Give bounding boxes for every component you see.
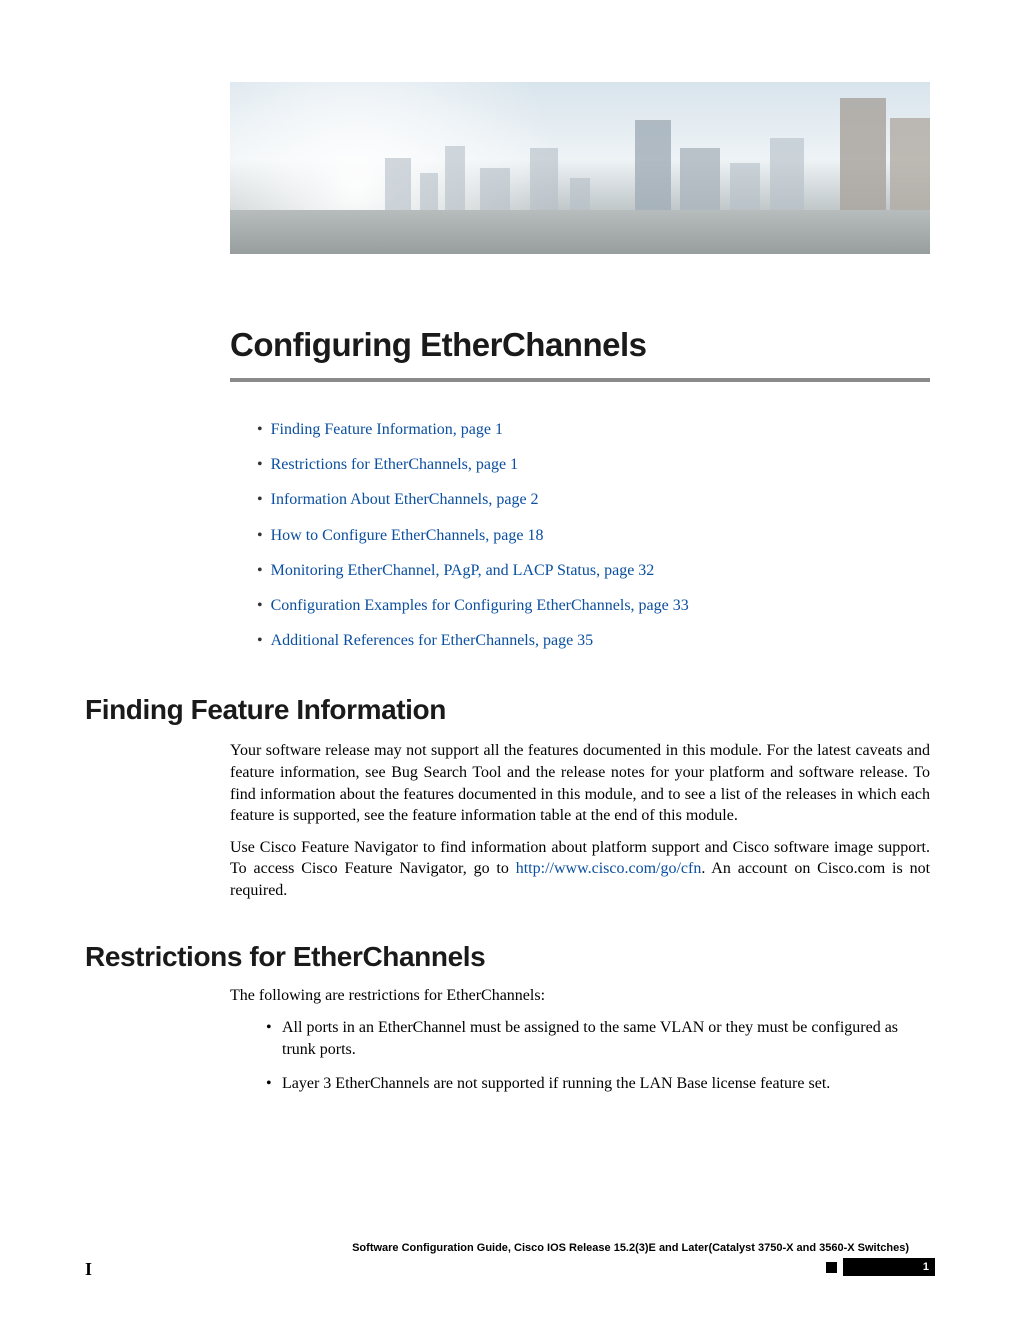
ffi-paragraph-2: Use Cisco Feature Navigator to find info… — [230, 837, 930, 902]
toc-link[interactable]: Information About EtherChannels, page 2 — [271, 491, 539, 508]
page-footer: Software Configuration Guide, Cisco IOS … — [85, 1242, 935, 1276]
toc-item: •Restrictions for EtherChannels, page 1 — [257, 451, 935, 478]
toc-item: •How to Configure EtherChannels, page 18 — [257, 522, 935, 549]
cfn-link[interactable]: http://www.cisco.com/go/cfn — [516, 860, 702, 877]
toc-item: •Additional References for EtherChannels… — [257, 627, 935, 654]
section-heading-ffi: Finding Feature Information — [85, 694, 935, 726]
ffi-paragraph-1: Your software release may not support al… — [230, 740, 930, 826]
restriction-item: Layer 3 EtherChannels are not supported … — [270, 1073, 930, 1095]
toc-item: •Configuration Examples for Configuring … — [257, 592, 935, 619]
footer-page-number: 1 — [843, 1258, 935, 1276]
footer-guide-title: Software Configuration Guide, Cisco IOS … — [85, 1242, 935, 1254]
restrictions-list: All ports in an EtherChannel must be ass… — [270, 1017, 930, 1094]
footer-square-icon — [826, 1262, 837, 1273]
toc-link[interactable]: Configuration Examples for Configuring E… — [271, 597, 689, 614]
toc-link[interactable]: Monitoring EtherChannel, PAgP, and LACP … — [271, 562, 655, 579]
table-of-contents: •Finding Feature Information, page 1 •Re… — [257, 416, 935, 654]
restrictions-intro: The following are restrictions for Ether… — [230, 987, 930, 1005]
toc-link[interactable]: How to Configure EtherChannels, page 18 — [271, 527, 544, 544]
toc-link[interactable]: Finding Feature Information, page 1 — [271, 421, 503, 438]
toc-item: •Finding Feature Information, page 1 — [257, 416, 935, 443]
restriction-item: All ports in an EtherChannel must be ass… — [270, 1017, 930, 1060]
ffi-body: Your software release may not support al… — [230, 740, 930, 901]
toc-item: •Monitoring EtherChannel, PAgP, and LACP… — [257, 557, 935, 584]
footer-left-marker: I — [85, 1259, 92, 1280]
header-banner-image — [230, 82, 930, 254]
toc-item: •Information About EtherChannels, page 2 — [257, 486, 935, 513]
title-rule — [230, 378, 930, 382]
toc-link[interactable]: Additional References for EtherChannels,… — [271, 632, 594, 649]
chapter-title: Configuring EtherChannels — [230, 326, 935, 364]
section-heading-restrictions: Restrictions for EtherChannels — [85, 941, 935, 973]
toc-link[interactable]: Restrictions for EtherChannels, page 1 — [271, 456, 519, 473]
